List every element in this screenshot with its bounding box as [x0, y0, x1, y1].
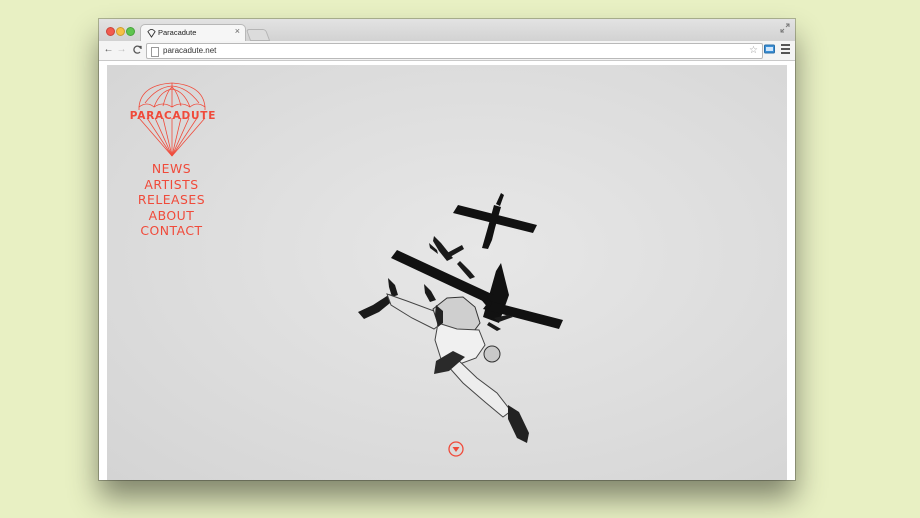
tab-close-icon[interactable]: × — [235, 27, 240, 36]
browser-toolbar: ← → paracadute.net ☆ — [99, 41, 795, 61]
hero-section: PARACADUTE NEWS ARTISTS RELEASES ABOUT C… — [107, 65, 787, 480]
tab-title: Paracadute — [158, 28, 197, 37]
zoom-window-button[interactable] — [126, 27, 135, 36]
forward-arrow-icon[interactable]: → — [116, 43, 127, 56]
nav-artists[interactable]: ARTISTS — [125, 177, 218, 193]
tab-strip: Paracadute × — [99, 19, 795, 42]
parachute-favicon-icon — [147, 28, 156, 38]
logo-wordmark[interactable]: PARACADUTE — [129, 110, 217, 122]
hamburger-menu-icon[interactable] — [781, 44, 790, 55]
close-window-button[interactable] — [106, 27, 115, 36]
nav-contact[interactable]: CONTACT — [125, 223, 218, 239]
reload-icon[interactable] — [132, 43, 143, 56]
minimize-window-button[interactable] — [116, 27, 125, 36]
bookmark-star-icon[interactable]: ☆ — [749, 45, 758, 57]
page-viewport: PARACADUTE NEWS ARTISTS RELEASES ABOUT C… — [99, 61, 795, 480]
browser-window: Paracadute × ← → paracadute.net ☆ PARACA… — [99, 19, 795, 480]
nav-news[interactable]: NEWS — [125, 161, 218, 177]
tab-paracadute[interactable]: Paracadute × — [140, 24, 246, 42]
nav-releases[interactable]: RELEASES — [125, 192, 218, 208]
extension-icon[interactable] — [764, 44, 775, 55]
scroll-down-icon[interactable] — [448, 441, 464, 457]
page-icon — [151, 47, 159, 57]
fullscreen-icon[interactable] — [780, 23, 790, 33]
main-navigation: NEWS ARTISTS RELEASES ABOUT CONTACT — [125, 161, 218, 239]
new-tab-button[interactable] — [245, 29, 271, 41]
address-bar[interactable]: paracadute.net ☆ — [146, 43, 763, 59]
url-text[interactable]: paracadute.net — [163, 46, 216, 55]
nav-about[interactable]: ABOUT — [125, 208, 218, 224]
back-arrow-icon[interactable]: ← — [103, 43, 114, 56]
